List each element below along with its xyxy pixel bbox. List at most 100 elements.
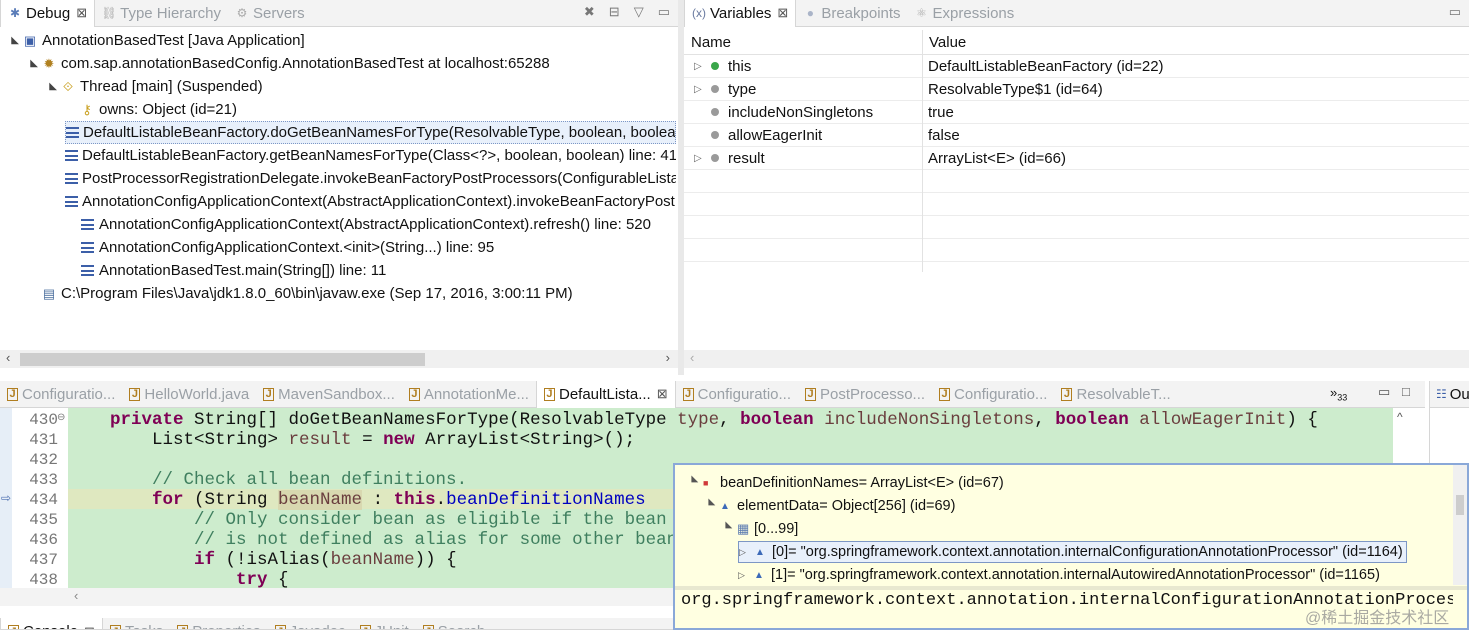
view-menu-icon[interactable]: ▭ xyxy=(1449,4,1461,20)
tab-overflow[interactable]: »33 xyxy=(1330,385,1347,403)
close-icon[interactable]: ⊠ xyxy=(777,5,788,21)
minimize-icon[interactable]: ▭ xyxy=(658,4,670,20)
remove-terminated-icon[interactable]: ✖ xyxy=(584,4,595,20)
view-menu-icon[interactable]: ▽ xyxy=(634,4,644,20)
variable-row xyxy=(684,239,1469,262)
close-icon[interactable]: ⊠ xyxy=(76,5,87,21)
editor-tab-6[interactable]: J PostProcesso... xyxy=(798,381,932,408)
scroll-thumb[interactable] xyxy=(1456,495,1464,515)
variable-row[interactable]: ▷ this DefaultListableBeanFactory (id=22) xyxy=(684,55,1469,78)
editor-tab-5[interactable]: J Configuratio... xyxy=(676,381,798,408)
editor-tab-3[interactable]: J AnnotationMe... xyxy=(402,381,536,408)
expand-toggle-icon[interactable]: ◢ xyxy=(48,80,59,94)
popup-tree-row[interactable]: ◢ ▲ elementData= Object[256] (id=69) xyxy=(704,495,956,517)
stack-tree-row[interactable]: ▤ C:\Program Files\Java\jdk1.8.0_60\bin\j… xyxy=(27,282,573,305)
code-line-437: if (!isAlias(beanName)) { xyxy=(194,550,457,570)
variable-row xyxy=(684,193,1469,216)
debug-tab-0[interactable]: ✱ Debug ⊠ xyxy=(0,0,96,27)
popup-tree-row[interactable]: ▷ ▲ [1]= "org.springframework.context.anno… xyxy=(738,564,1380,586)
popup-vscroll[interactable] xyxy=(1453,465,1467,585)
expand-toggle-icon[interactable]: ▷ xyxy=(738,570,754,581)
variable-visibility-icon xyxy=(711,108,719,116)
column-header-value[interactable]: Value xyxy=(929,34,966,51)
scroll-thumb[interactable] xyxy=(20,353,425,366)
variable-row[interactable]: ▷ result ArrayList<E> (id=66) xyxy=(684,147,1469,170)
expand-toggle-icon[interactable]: ◢ xyxy=(10,34,21,48)
variable-row[interactable]: includeNonSingletons true xyxy=(684,101,1469,124)
stack-tree-row[interactable]: AnnotationConfigApplicationContext(Abstr… xyxy=(65,213,651,236)
red-square-icon: ■ xyxy=(703,478,709,488)
array-partition-icon: ▦ xyxy=(737,521,750,536)
bottom-tab-3[interactable]: J Javadoc xyxy=(268,618,353,629)
variables-tab-1[interactable]: ● Breakpoints xyxy=(796,0,907,27)
debug-tab-label: Type Hierarchy xyxy=(120,4,221,22)
variable-name: includeNonSingletons xyxy=(728,103,874,121)
stack-frame-icon xyxy=(65,171,78,187)
scroll-left-icon[interactable]: ‹ xyxy=(74,588,78,603)
stack-tree-row[interactable]: DefaultListableBeanFactory.doGetBeanName… xyxy=(65,121,676,144)
column-divider[interactable] xyxy=(922,30,923,272)
editor-tab-8[interactable]: J ResolvableT... xyxy=(1054,381,1177,408)
bottom-tab-2[interactable]: JProperties xyxy=(170,618,267,629)
vscroll-up-icon[interactable]: ^ xyxy=(1397,410,1403,424)
expand-toggle-icon[interactable]: ◢ xyxy=(707,498,718,514)
code-line-430: private String[] doGetBeanNamesForType(R… xyxy=(110,410,1318,430)
bottom-tab-5[interactable]: J Search xyxy=(416,618,493,629)
editor-tab-7[interactable]: J Configuratio... xyxy=(932,381,1054,408)
tab-outline[interactable]: Ou xyxy=(1450,386,1469,403)
expand-toggle-icon[interactable]: ▷ xyxy=(694,61,702,72)
popup-tree-row[interactable]: ▷ ▲ [0]= "org.springframework.context.anno… xyxy=(738,541,1407,563)
close-icon[interactable]: ⊠ xyxy=(657,386,668,402)
stack-tree-row[interactable]: AnnotationConfigApplicationContext(Abstr… xyxy=(65,190,676,213)
stack-frame-icon xyxy=(65,148,78,164)
collapse-icon[interactable]: ⊟ xyxy=(609,4,620,20)
debug-target-icon: ✹ xyxy=(43,55,55,71)
variables-tab-0[interactable]: (x) Variables ⊠ xyxy=(684,0,797,27)
close-icon[interactable]: ⊠ xyxy=(84,624,95,630)
variable-row[interactable]: allowEagerInit false xyxy=(684,124,1469,147)
expand-toggle-icon[interactable]: ◢ xyxy=(690,475,701,491)
expand-toggle-icon[interactable]: ▷ xyxy=(739,547,755,558)
expand-toggle-icon[interactable]: ◢ xyxy=(724,521,735,537)
fold-toggle-icon[interactable]: ⊖ xyxy=(57,412,65,423)
expand-toggle-icon[interactable]: ▷ xyxy=(694,153,702,164)
editor-tab-1[interactable]: J HelloWorld.java xyxy=(122,381,256,408)
stack-tree-row[interactable]: ⚷ owns: Object (id=21) xyxy=(65,98,237,121)
popup-tree-row[interactable]: ◢ ▦ [0...99] xyxy=(721,518,799,540)
stack-tree-row[interactable]: ◢ ⟐ Thread [main] (Suspended) xyxy=(46,75,263,98)
expand-toggle-icon[interactable]: ◢ xyxy=(29,57,40,71)
maximize-icon[interactable]: □ xyxy=(1402,384,1410,399)
debug-tab-2[interactable]: ⚙ Servers xyxy=(228,0,312,27)
minimize-icon[interactable]: ▭ xyxy=(1378,384,1390,400)
stack-tree-label: AnnotationConfigApplicationContext(Abstr… xyxy=(99,216,651,233)
stack-tree-row[interactable]: AnnotationConfigApplicationContext.<init… xyxy=(65,236,494,259)
popup-tree-row[interactable]: ◢ ■ beanDefinitionNames= ArrayList<E> (id=… xyxy=(687,472,1004,494)
bottom-tab-1[interactable]: J Tasks xyxy=(103,618,170,629)
variables-tab-2[interactable]: ⚛ Expressions xyxy=(908,0,1022,27)
editor-tab-0[interactable]: J Configuratio... xyxy=(0,381,122,408)
bottom-tabbar: JConsole⊠JTasksJPropertiesJJavadocJJUnit… xyxy=(0,618,673,630)
variable-visibility-icon xyxy=(711,85,719,93)
expand-toggle-icon[interactable]: ▷ xyxy=(694,84,702,95)
scroll-left-icon[interactable]: ‹ xyxy=(6,350,10,365)
blue-triangle-icon: ▲ xyxy=(754,569,764,581)
stack-tree-row[interactable]: ◢ ▣ AnnotationBasedTest [Java Application] xyxy=(8,29,305,52)
stack-tree-row[interactable]: ◢ ✹ com.sap.annotationBasedConfig.Annotati… xyxy=(27,52,550,75)
variable-value: false xyxy=(928,126,960,144)
bottom-tab-0[interactable]: J Console ⊠ xyxy=(0,618,103,630)
column-header-name[interactable]: Name xyxy=(691,34,731,51)
debug-hscroll[interactable]: ‹ › xyxy=(0,350,678,368)
scroll-left-icon[interactable]: ‹ xyxy=(690,350,694,365)
editor-tab-4[interactable]: J DefaultLista... ⊠ xyxy=(535,380,676,408)
stack-tree-row[interactable]: DefaultListableBeanFactory.getBeanNamesF… xyxy=(65,144,676,167)
scroll-right-icon[interactable]: › xyxy=(666,350,670,365)
variables-hscroll[interactable]: ‹ xyxy=(684,350,1469,368)
stack-tree-row[interactable]: AnnotationBasedTest.main(String[]) line:… xyxy=(65,259,386,282)
stack-tree-row[interactable]: PostProcessorRegistrationDelegate.invoke… xyxy=(65,167,676,190)
bottom-tab-4[interactable]: J JUnit xyxy=(353,618,416,629)
editor-tab-2[interactable]: J MavenSandbox... xyxy=(256,381,402,408)
stack-frame-icon xyxy=(65,194,78,210)
variable-row[interactable]: ▷ type ResolvableType$1 (id=64) xyxy=(684,78,1469,101)
popup-tree-label: elementData= Object[256] (id=69) xyxy=(737,498,956,514)
debug-tab-1[interactable]: ⛓ Type Hierarchy xyxy=(95,0,228,27)
